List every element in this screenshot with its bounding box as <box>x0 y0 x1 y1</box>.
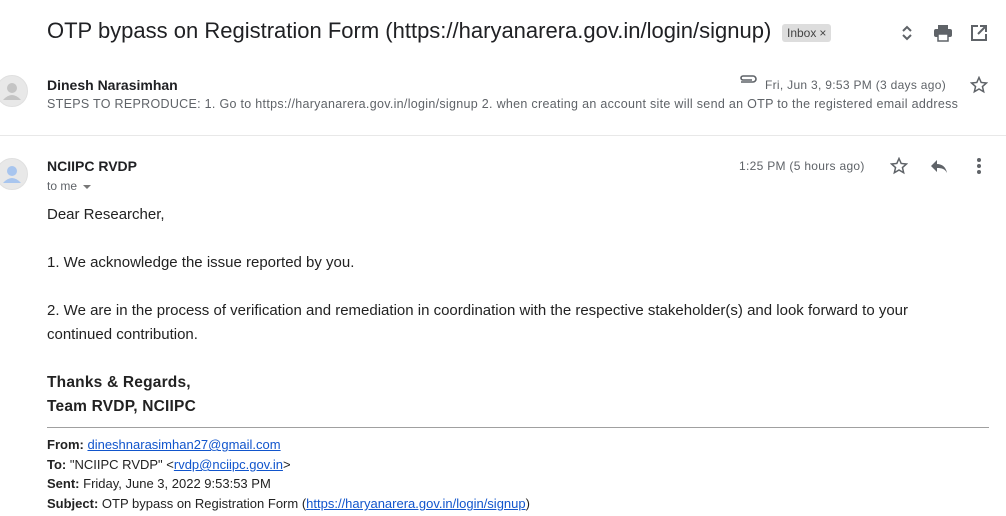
quoted-to-label: To: <box>47 457 67 472</box>
quoted-subject-suffix: ) <box>525 496 530 511</box>
recipient-text: to me <box>47 179 78 193</box>
email-paragraph: 1. We acknowledge the issue reported by … <box>47 254 355 271</box>
print-icon[interactable] <box>932 22 954 44</box>
quoted-from-email-link[interactable]: dineshnarasimhan27@gmail.com <box>87 437 280 452</box>
quoted-sent-value: Friday, June 3, 2022 9:53:53 PM <box>83 476 271 491</box>
inbox-label-badge[interactable]: Inbox × <box>782 24 832 42</box>
quoted-separator <box>47 427 989 428</box>
quoted-from: From: dineshnarasimhan27@gmail.com <box>47 437 281 452</box>
quoted-subject-label: Subject: <box>47 496 99 511</box>
more-options-icon[interactable] <box>968 155 990 177</box>
quoted-to-email-link[interactable]: rvdp@nciipc.gov.in <box>174 457 283 472</box>
avatar-icon <box>0 75 28 107</box>
sender-name[interactable]: NCIIPC RVDP <box>47 158 137 174</box>
message-date: Fri, Jun 3, 9:53 PM (3 days ago) <box>765 78 947 92</box>
expand-collapse-icon[interactable] <box>896 22 918 44</box>
inbox-label-text: Inbox <box>787 26 817 40</box>
close-icon[interactable]: × <box>819 26 826 40</box>
message-snippet[interactable]: STEPS TO REPRODUCE: 1. Go to https://har… <box>47 97 989 111</box>
quoted-to-name: "NCIIPC RVDP" < <box>69 457 174 472</box>
attachment-icon <box>738 75 758 89</box>
divider <box>0 135 1006 136</box>
email-paragraph: 2. We are in the process of verification… <box>47 302 909 343</box>
email-signature: Team RVDP, NCIIPC <box>47 398 196 415</box>
star-icon[interactable] <box>968 74 990 96</box>
quoted-sent-label: Sent: <box>47 476 80 491</box>
quoted-sent: Sent: Friday, June 3, 2022 9:53:53 PM <box>47 476 271 491</box>
avatar-icon <box>0 158 28 190</box>
sender-name[interactable]: Dinesh Narasimhan <box>47 77 178 93</box>
dropdown-caret-icon[interactable] <box>83 184 92 189</box>
recipient-details[interactable]: to me <box>47 179 92 193</box>
quoted-subject-text: OTP bypass on Registration Form ( <box>101 496 307 511</box>
reply-icon[interactable] <box>928 155 950 177</box>
quoted-subject-link[interactable]: https://haryanarera.gov.in/login/signup <box>306 496 525 511</box>
thread-subject: OTP bypass on Registration Form (https:/… <box>47 18 772 43</box>
open-in-new-window-icon[interactable] <box>968 22 990 44</box>
quoted-to-suffix: > <box>282 457 291 472</box>
quoted-subject: Subject: OTP bypass on Registration Form… <box>47 496 530 511</box>
email-greeting: Dear Researcher, <box>47 206 165 223</box>
quoted-to: To: "NCIIPC RVDP" <rvdp@nciipc.gov.in> <box>47 457 291 472</box>
quoted-from-label: From: <box>47 437 84 452</box>
email-signature: Thanks & Regards, <box>47 374 191 391</box>
message-date: 1:25 PM (5 hours ago) <box>739 159 865 173</box>
star-icon[interactable] <box>888 155 910 177</box>
